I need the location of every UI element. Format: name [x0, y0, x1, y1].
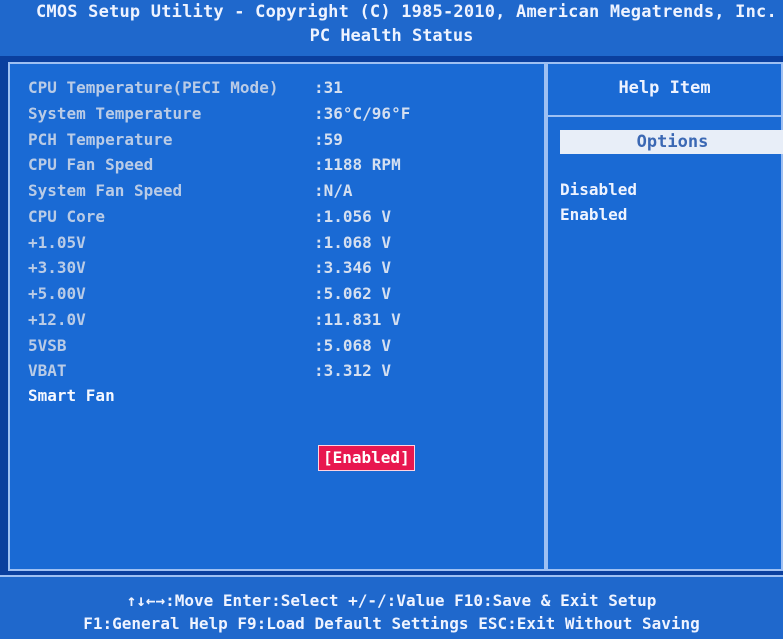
- setting-label: PCH Temperature: [28, 130, 173, 149]
- setting-label: CPU Core: [28, 207, 106, 226]
- setting-value: :1.056 V: [314, 207, 392, 226]
- help-panel: Help Item Options Disabled Enabled: [546, 62, 783, 571]
- setting-value: :3.312 V: [314, 361, 392, 380]
- help-divider: [548, 115, 781, 117]
- setting-label: +12.0V: [28, 310, 86, 329]
- setting-label: CPU Temperature(PECI Mode): [28, 78, 279, 97]
- setting-label: +1.05V: [28, 233, 86, 252]
- setting-value: :5.068 V: [314, 336, 392, 355]
- setting-value: :5.062 V: [314, 284, 392, 303]
- setting-value: :1188 RPM: [314, 155, 401, 174]
- smart-fan-label[interactable]: Smart Fan: [28, 384, 115, 408]
- setting-label: +3.30V: [28, 258, 86, 277]
- key-help-footer: ↑↓←→:Move Enter:Select +/-/:Value F10:Sa…: [0, 575, 783, 639]
- setting-value: :36°C/96°F: [314, 104, 411, 123]
- setting-value: :31: [314, 78, 343, 97]
- setting-label: 5VSB: [28, 336, 67, 355]
- footer-line-1: ↑↓←→:Move Enter:Select +/-/:Value F10:Sa…: [126, 591, 657, 610]
- options-header: Options: [560, 130, 783, 154]
- setting-label: System Fan Speed: [28, 181, 183, 200]
- option-disabled[interactable]: Disabled: [560, 178, 637, 202]
- setting-label: VBAT: [28, 361, 67, 380]
- setting-value: :3.346 V: [314, 258, 392, 277]
- bios-header: CMOS Setup Utility - Copyright (C) 1985-…: [0, 0, 783, 56]
- smart-fan-value[interactable]: [Enabled]: [318, 445, 415, 471]
- setting-value: :59: [314, 130, 343, 149]
- setting-label: System Temperature: [28, 104, 202, 123]
- setting-value: :1.068 V: [314, 233, 392, 252]
- setting-label: +5.00V: [28, 284, 86, 303]
- setting-value: :N/A: [314, 181, 353, 200]
- setting-label: CPU Fan Speed: [28, 155, 154, 174]
- option-enabled[interactable]: Enabled: [560, 203, 627, 227]
- setting-value: :11.831 V: [314, 310, 401, 329]
- footer-line-2: F1:General Help F9:Load Default Settings…: [83, 614, 700, 633]
- page-title: PC Health Status: [309, 26, 474, 46]
- settings-panel: CPU Temperature(PECI Mode) :31 System Te…: [8, 62, 546, 571]
- help-item-title: Help Item: [618, 78, 711, 98]
- app-title: CMOS Setup Utility - Copyright (C) 1985-…: [36, 2, 777, 22]
